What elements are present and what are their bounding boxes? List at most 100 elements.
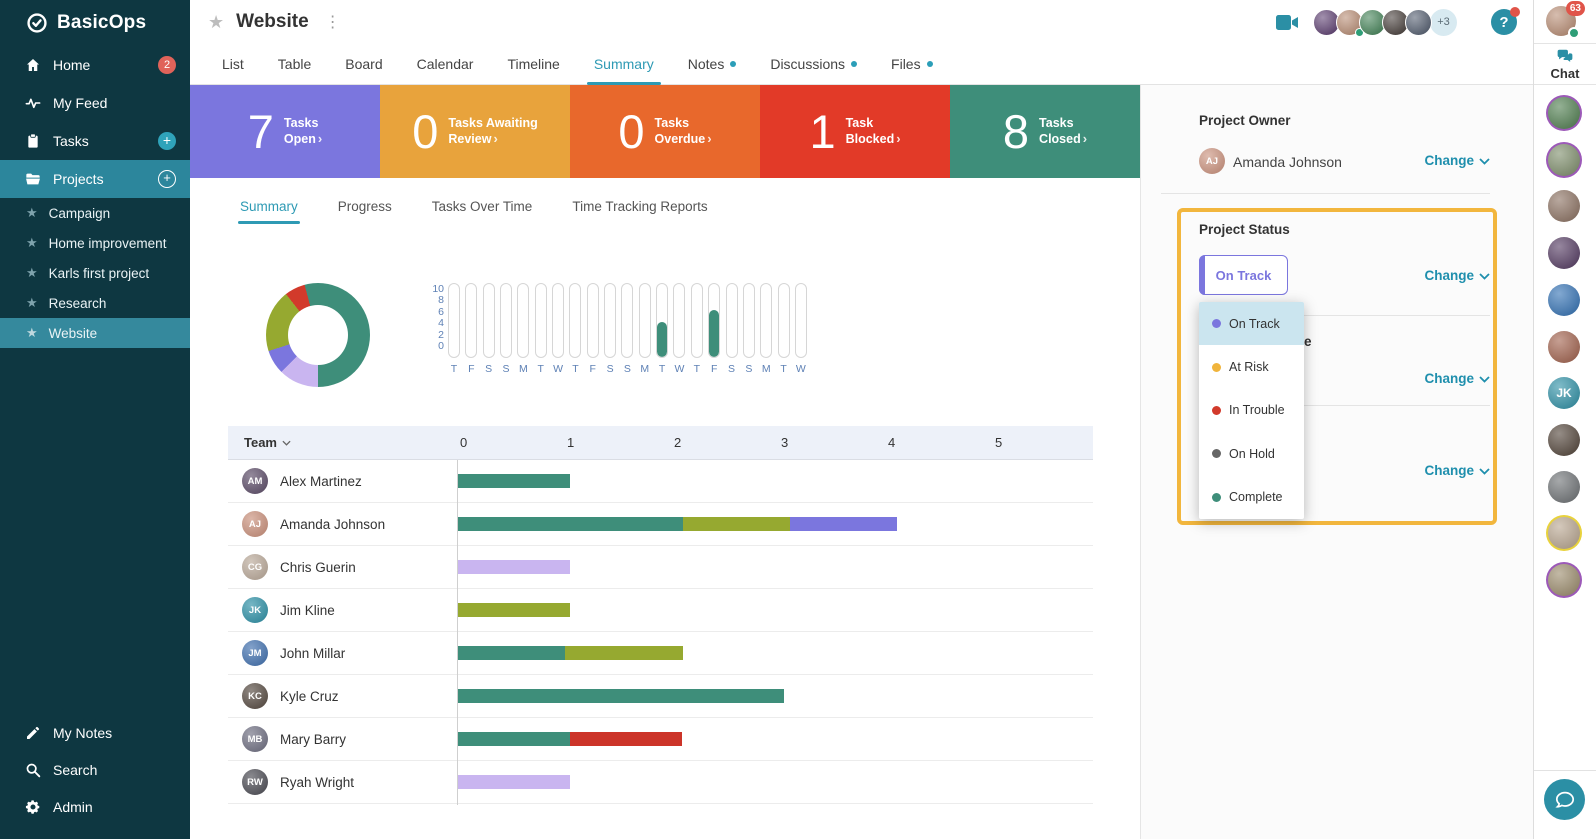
topbar-right: +3 ? <box>1275 0 1520 44</box>
stat-label-line2: Review <box>448 132 492 146</box>
tab-notes[interactable]: Notes <box>671 44 754 84</box>
tab-summary[interactable]: Summary <box>577 44 671 85</box>
pencil-icon <box>24 725 41 741</box>
status-option-on-hold[interactable]: On Hold <box>1199 432 1304 475</box>
add-projects-button[interactable]: + <box>158 170 176 188</box>
kebab-menu-icon[interactable]: ⋮ <box>321 12 345 32</box>
chat-member-avatar[interactable] <box>1548 97 1580 129</box>
team-column-sort[interactable]: Team <box>244 435 291 450</box>
team-row[interactable]: JK Jim Kline <box>228 589 1093 632</box>
chat-member-avatar[interactable] <box>1548 190 1580 223</box>
add-tasks-button[interactable]: + <box>158 132 176 150</box>
sidebar-project-website[interactable]: ★ Website <box>0 318 190 348</box>
sidebar-item-my-notes[interactable]: My Notes <box>0 714 190 751</box>
change-button[interactable]: Change <box>1424 371 1490 386</box>
subtab-summary[interactable]: Summary <box>238 199 300 224</box>
favorite-star-icon[interactable]: ★ <box>208 12 224 33</box>
sidebar-item-projects[interactable]: Projects + <box>0 160 190 198</box>
chat-member-avatar[interactable] <box>1548 237 1580 270</box>
sidebar-item-my-feed[interactable]: My Feed <box>0 84 190 122</box>
tab-board[interactable]: Board <box>328 44 399 84</box>
tab-files[interactable]: Files <box>874 44 950 84</box>
sidebar-project-home-improvement[interactable]: ★ Home improvement <box>0 228 190 258</box>
chat-member-avatar[interactable] <box>1548 330 1580 363</box>
x-tick-label: T <box>572 363 579 375</box>
bar-track <box>638 283 651 358</box>
sidebar-project-research[interactable]: ★ Research <box>0 288 190 318</box>
team-row[interactable]: KC Kyle Cruz <box>228 675 1093 718</box>
chat-member-avatar[interactable] <box>1548 283 1580 316</box>
tab-discussions[interactable]: Discussions <box>753 44 874 84</box>
status-option-on-track[interactable]: On Track <box>1199 302 1304 346</box>
x-tick-label: M <box>640 363 650 375</box>
bar-track <box>777 283 790 358</box>
change-owner-button[interactable]: Change <box>1424 153 1490 168</box>
stat-card-open[interactable]: 7 Tasks Open › <box>190 85 380 178</box>
chat-label: Chat <box>1550 66 1580 81</box>
chat-member-avatar[interactable] <box>1548 470 1580 503</box>
chat-member-avatar[interactable]: JK <box>1548 377 1580 410</box>
member-avatar[interactable] <box>1405 8 1432 36</box>
stat-card-blocked[interactable]: 1 Task Blocked › <box>760 85 950 178</box>
tab-label: Calendar <box>416 56 474 72</box>
status-option-complete[interactable]: Complete <box>1199 476 1304 519</box>
team-row[interactable]: AM Alex Martinez <box>228 460 1093 503</box>
member-avatar-stack <box>1313 8 1432 37</box>
help-button[interactable]: ? <box>1491 7 1520 35</box>
team-row[interactable]: RW Ryah Wright <box>228 761 1093 804</box>
stat-card-overdue[interactable]: 0 Tasks Overdue › <box>570 85 760 178</box>
tab-calendar[interactable]: Calendar <box>400 44 491 84</box>
tab-timeline[interactable]: Timeline <box>490 44 576 84</box>
sidebar-item-admin[interactable]: Admin <box>0 788 190 825</box>
workload-bars <box>458 775 570 789</box>
bar-track <box>604 283 617 358</box>
subtab-progress[interactable]: Progress <box>338 199 392 224</box>
tab-table[interactable]: Table <box>261 44 328 84</box>
stat-label: Tasks Open › <box>284 116 322 147</box>
x-tick-label: S <box>485 363 493 375</box>
team-row[interactable]: JM John Millar <box>228 632 1093 675</box>
sidebar-item-tasks[interactable]: Tasks + <box>0 122 190 160</box>
y-tick-label: 2 <box>438 328 444 341</box>
bar-track <box>517 283 530 358</box>
video-call-icon[interactable] <box>1275 14 1299 31</box>
change-button[interactable]: Change <box>1424 463 1490 478</box>
stat-card-closed[interactable]: 8 Tasks Closed › <box>950 85 1140 178</box>
star-icon: ★ <box>26 235 38 250</box>
bar-chart-bars: TFSSMTWTFSSMTWTFSSMTW <box>448 283 807 375</box>
change-status-button[interactable]: Change <box>1424 268 1490 283</box>
chat-header[interactable]: Chat <box>1534 44 1596 85</box>
bar-chart-y-axis: 10 8 6 4 2 0 <box>428 281 446 356</box>
chat-member-avatar[interactable] <box>1548 564 1580 596</box>
sidebar-item-search[interactable]: Search <box>0 751 190 788</box>
tab-list[interactable]: List <box>205 44 261 84</box>
workload-bar-segment <box>683 517 790 531</box>
workload-bars <box>458 732 682 746</box>
new-chat-button[interactable] <box>1544 779 1585 820</box>
workload-bar-segment <box>565 646 683 660</box>
gear-icon <box>24 799 41 815</box>
app-logo[interactable]: BasicOps <box>0 0 190 46</box>
bar-column: M <box>638 283 651 375</box>
subtab-time-tracking-reports[interactable]: Time Tracking Reports <box>572 199 707 224</box>
current-user-avatar[interactable]: 63 <box>1546 1 1585 39</box>
more-members-button[interactable]: +3 <box>1430 8 1457 36</box>
status-option-at-risk[interactable]: At Risk <box>1199 345 1304 388</box>
sidebar-item-label: My Notes <box>53 724 113 741</box>
chevron-right-icon: › <box>707 131 712 146</box>
team-row[interactable]: CG Chris Guerin <box>228 546 1093 589</box>
chat-member-avatar[interactable] <box>1548 143 1580 176</box>
project-status-button[interactable]: On Track <box>1199 255 1288 295</box>
team-row[interactable]: MB Mary Barry <box>228 718 1093 761</box>
subtab-tasks-over-time[interactable]: Tasks Over Time <box>432 199 533 224</box>
chat-member-avatar[interactable] <box>1548 517 1580 550</box>
sidebar-project-karls-first-project[interactable]: ★ Karls first project <box>0 258 190 288</box>
chat-member-avatar[interactable] <box>1548 423 1580 456</box>
sidebar-project-campaign[interactable]: ★ Campaign <box>0 198 190 228</box>
workload-bar-segment <box>570 732 682 746</box>
team-row[interactable]: AJ Amanda Johnson <box>228 503 1093 546</box>
stat-value: 0 <box>618 105 645 158</box>
status-option-in-trouble[interactable]: In Trouble <box>1199 389 1304 432</box>
sidebar-item-home[interactable]: Home 2 <box>0 46 190 84</box>
stat-card-review[interactable]: 0 Tasks Awaiting Review › <box>380 85 570 178</box>
